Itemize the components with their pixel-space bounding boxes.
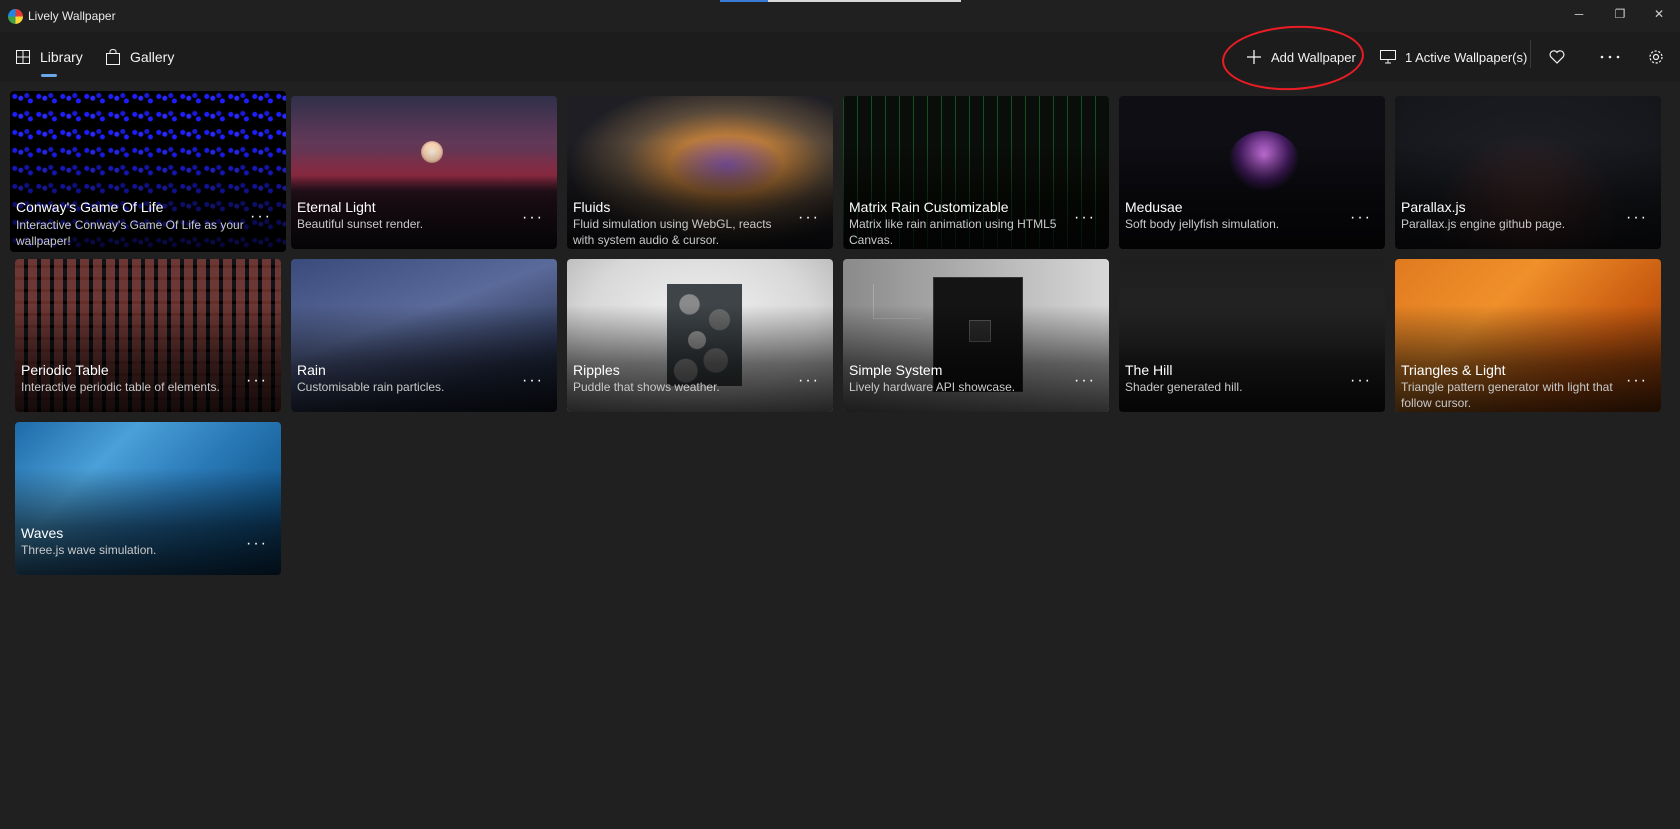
wallpaper-card[interactable]: Parallax.js Parallax.js engine github pa…	[1395, 96, 1661, 249]
card-title: Ripples	[573, 362, 620, 378]
nav-bar: Library Gallery Add Wallpaper 1 Active W…	[0, 32, 1680, 82]
title-bar: Lively Wallpaper ─ ❐ ✕	[0, 0, 1680, 32]
wallpaper-card[interactable]: Rain Customisable rain particles. ···	[291, 259, 557, 412]
card-description: Fluid simulation using WebGL, reacts wit…	[573, 217, 772, 247]
card-description: Lively hardware API showcase.	[849, 380, 1016, 394]
tab-library-label: Library	[40, 49, 83, 65]
card-title: Eternal Light	[297, 199, 376, 215]
card-description: Three.js wave simulation.	[21, 543, 157, 557]
card-description: Soft body jellyfish simulation.	[1125, 217, 1280, 231]
card-title: Waves	[21, 525, 64, 541]
card-title: Medusae	[1125, 199, 1183, 215]
wallpaper-card[interactable]: Triangles & Light Triangle pattern gener…	[1395, 259, 1661, 412]
card-description: Matrix like rain animation using HTML5 C…	[849, 217, 1057, 247]
card-more-button[interactable]: ···	[246, 207, 276, 227]
card-more-button[interactable]: ···	[1070, 208, 1100, 228]
add-wallpaper-label: Add Wallpaper	[1271, 49, 1356, 65]
nav-divider	[1530, 40, 1531, 68]
wallpaper-card[interactable]: Matrix Rain Customizable Matrix like rai…	[843, 96, 1109, 249]
more-options-button[interactable]	[1593, 40, 1627, 74]
top-progress-bar	[720, 0, 768, 2]
add-wallpaper-button[interactable]: Add Wallpaper	[1246, 40, 1356, 74]
card-more-button[interactable]: ···	[1346, 208, 1376, 228]
window-title: Lively Wallpaper	[28, 9, 116, 23]
card-description: Triangle pattern generator with light th…	[1401, 380, 1613, 410]
grid-icon	[16, 50, 30, 64]
monitor-icon	[1380, 50, 1396, 64]
wallpaper-card[interactable]: Periodic Table Interactive periodic tabl…	[15, 259, 281, 412]
bag-icon	[106, 49, 120, 65]
card-description: Customisable rain particles.	[297, 380, 445, 394]
card-more-button[interactable]: ···	[1346, 371, 1376, 391]
card-title: Simple System	[849, 362, 943, 378]
minimize-button[interactable]: ─	[1556, 0, 1602, 28]
card-more-button[interactable]: ···	[794, 371, 824, 391]
card-title: The Hill	[1125, 362, 1173, 378]
plus-icon	[1247, 50, 1261, 64]
gear-icon	[1649, 50, 1663, 64]
card-title: Periodic Table	[21, 362, 109, 378]
wallpaper-card[interactable]: Simple System Lively hardware API showca…	[843, 259, 1109, 412]
card-more-button[interactable]: ···	[242, 371, 272, 391]
card-more-button[interactable]: ···	[1622, 208, 1652, 228]
settings-button[interactable]	[1639, 40, 1673, 74]
heart-icon	[1549, 50, 1565, 64]
app-logo-icon	[8, 9, 23, 24]
card-description: Puddle that shows weather.	[573, 380, 720, 394]
wallpaper-card[interactable]: Medusae Soft body jellyfish simulation. …	[1119, 96, 1385, 249]
card-title: Rain	[297, 362, 326, 378]
card-title: Fluids	[573, 199, 611, 215]
wallpaper-card[interactable]: The Hill Shader generated hill. ···	[1119, 259, 1385, 412]
card-title: Triangles & Light	[1401, 362, 1506, 378]
active-wallpapers-button[interactable]: 1 Active Wallpaper(s)	[1380, 40, 1527, 74]
wallpaper-card[interactable]: Fluids Fluid simulation using WebGL, rea…	[567, 96, 833, 249]
card-description: Beautiful sunset render.	[297, 217, 424, 231]
card-more-button[interactable]: ···	[794, 208, 824, 228]
card-more-button[interactable]: ···	[1622, 371, 1652, 391]
wallpaper-card[interactable]: Conway's Game Of Life Interactive Conway…	[10, 91, 286, 252]
card-description: Interactive Conway's Game Of Life as you…	[16, 218, 244, 248]
tab-gallery-label: Gallery	[130, 49, 175, 65]
card-more-button[interactable]: ···	[242, 534, 272, 554]
favorites-button[interactable]	[1540, 40, 1574, 74]
card-more-button[interactable]: ···	[518, 371, 548, 391]
wallpaper-card[interactable]: Eternal Light Beautiful sunset render. ·…	[291, 96, 557, 249]
active-wallpapers-label: 1 Active Wallpaper(s)	[1405, 49, 1528, 65]
card-description: Shader generated hill.	[1125, 380, 1243, 394]
tab-selected-indicator	[41, 74, 57, 77]
wallpaper-card[interactable]: Ripples Puddle that shows weather. ···	[567, 259, 833, 412]
card-more-button[interactable]: ···	[518, 208, 548, 228]
card-description: Interactive periodic table of elements.	[21, 380, 220, 394]
card-title: Matrix Rain Customizable	[849, 199, 1009, 215]
tab-gallery[interactable]: Gallery	[106, 32, 174, 82]
more-icon	[1600, 55, 1620, 59]
card-title: Parallax.js	[1401, 199, 1466, 215]
close-button[interactable]: ✕	[1636, 0, 1680, 28]
card-description: Parallax.js engine github page.	[1401, 217, 1566, 231]
wallpaper-card[interactable]: Waves Three.js wave simulation. ···	[15, 422, 281, 575]
card-title: Conway's Game Of Life	[16, 199, 164, 215]
card-more-button[interactable]: ···	[1070, 371, 1100, 391]
top-progress-track	[768, 0, 961, 2]
